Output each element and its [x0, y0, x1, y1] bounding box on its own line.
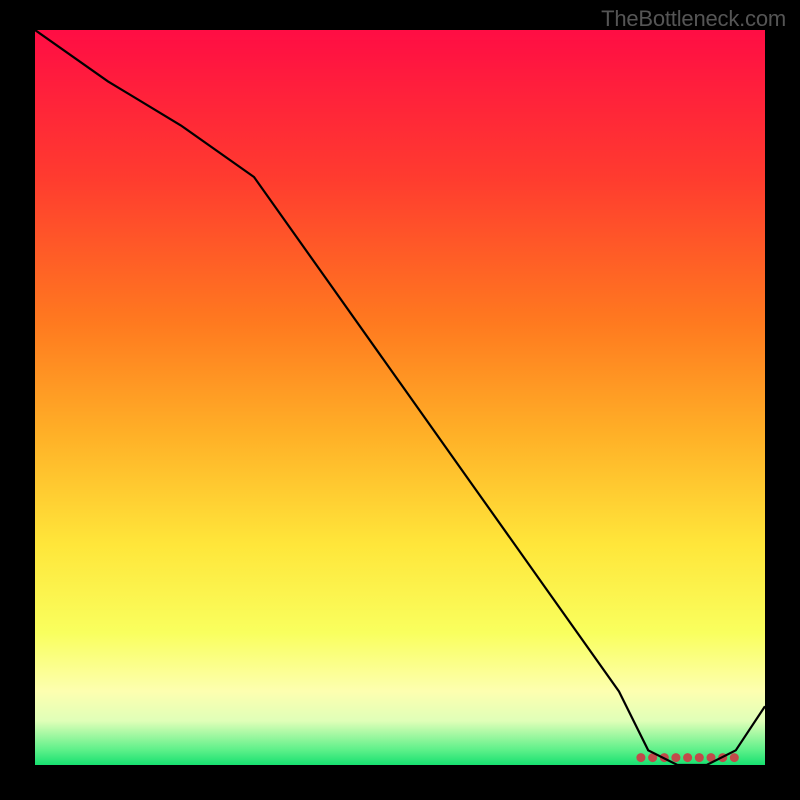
bottleneck-chart [35, 30, 765, 765]
gradient-background [35, 30, 765, 765]
chart-frame: TheBottleneck.com [0, 0, 800, 800]
plot-area [35, 30, 765, 765]
watermark-text: TheBottleneck.com [601, 6, 786, 32]
